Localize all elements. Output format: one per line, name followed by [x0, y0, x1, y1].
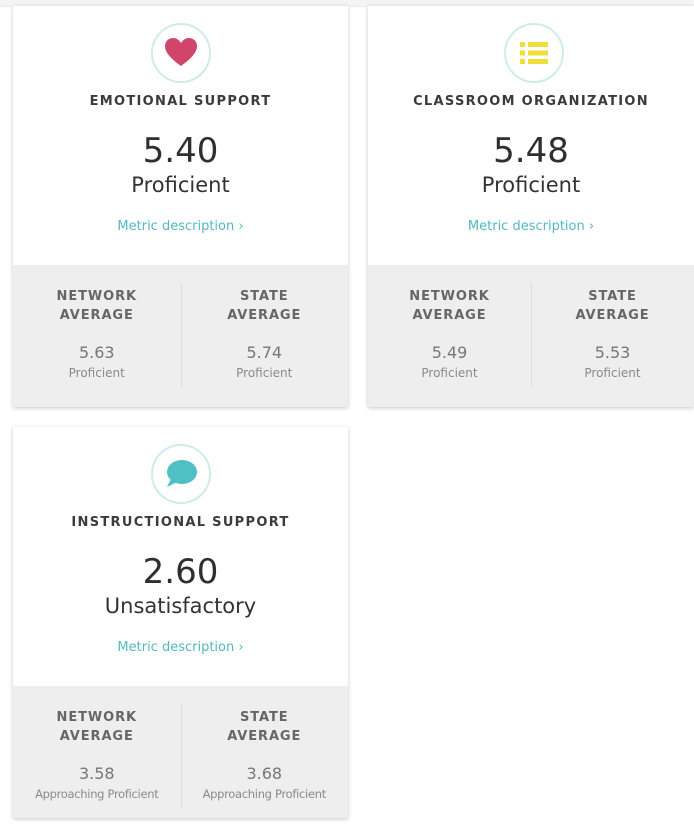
metric-score: 5.48: [493, 131, 569, 171]
network-average-level: Proficient: [68, 366, 125, 380]
state-average: STATE AVERAGE 5.74 Proficient: [180, 265, 349, 407]
network-average: NETWORK AVERAGE 3.58 Approaching Profici…: [13, 686, 181, 818]
network-average-level: Approaching Proficient: [35, 787, 159, 801]
state-average-label: STATE AVERAGE: [575, 289, 650, 323]
network-average: NETWORK AVERAGE 5.49 Proficient: [368, 265, 531, 407]
metric-level: Unsatisfactory: [104, 594, 257, 618]
averages-panel: NETWORK AVERAGE 5.63 Proficient STATE AV…: [13, 265, 348, 407]
metric-description-link[interactable]: Metric description ›: [13, 219, 348, 234]
network-average-value: 5.63: [78, 343, 115, 362]
card-summary: EMOTIONAL SUPPORT 5.40 Proficient Metric…: [13, 6, 348, 265]
network-average-value: 5.49: [431, 343, 468, 362]
network-average-label: NETWORK AVERAGE: [56, 710, 137, 744]
metric-score: 2.60: [142, 552, 219, 592]
averages-panel: NETWORK AVERAGE 5.49 Proficient STATE AV…: [368, 265, 694, 407]
state-average-value: 5.74: [246, 343, 283, 362]
heart-icon: [150, 23, 211, 83]
state-average-level: Approaching Proficient: [202, 787, 327, 801]
network-average-label: NETWORK AVERAGE: [409, 289, 490, 323]
state-average-level: Proficient: [236, 366, 293, 380]
state-average-level: Proficient: [584, 366, 641, 380]
metric-card-emotional-support: EMOTIONAL SUPPORT 5.40 Proficient Metric…: [13, 6, 348, 407]
list-icon: [504, 23, 564, 83]
averages-panel: NETWORK AVERAGE 3.58 Approaching Profici…: [13, 686, 348, 818]
state-average-label: STATE AVERAGE: [227, 289, 302, 323]
state-average-value: 3.68: [246, 764, 283, 783]
metric-description-link[interactable]: Metric description ›: [13, 640, 348, 655]
network-average: NETWORK AVERAGE 5.63 Proficient: [13, 265, 181, 407]
state-average: STATE AVERAGE 3.68 Approaching Proficien…: [180, 686, 349, 818]
metric-card-instructional-support: INSTRUCTIONAL SUPPORT 2.60 Unsatisfactor…: [13, 427, 348, 818]
metric-card-classroom-organization: CLASSROOM ORGANIZATION 5.48 Proficient M…: [368, 6, 694, 407]
metric-title: EMOTIONAL SUPPORT: [89, 94, 272, 109]
metric-description-link[interactable]: Metric description ›: [368, 219, 694, 234]
speech-bubble-icon: [150, 444, 211, 504]
network-average-level: Proficient: [421, 366, 478, 380]
metric-title: CLASSROOM ORGANIZATION: [413, 94, 649, 109]
metric-title: INSTRUCTIONAL SUPPORT: [71, 515, 290, 530]
metric-level: Proficient: [481, 173, 581, 197]
state-average: STATE AVERAGE 5.53 Proficient: [531, 265, 694, 407]
network-average-value: 3.58: [78, 764, 115, 783]
network-average-label: NETWORK AVERAGE: [56, 289, 137, 323]
metric-level: Proficient: [131, 173, 230, 197]
state-average-label: STATE AVERAGE: [227, 710, 302, 744]
state-average-value: 5.53: [594, 343, 631, 362]
metric-score: 5.40: [142, 131, 219, 171]
card-summary: INSTRUCTIONAL SUPPORT 2.60 Unsatisfactor…: [13, 427, 348, 686]
card-summary: CLASSROOM ORGANIZATION 5.48 Proficient M…: [368, 6, 694, 265]
